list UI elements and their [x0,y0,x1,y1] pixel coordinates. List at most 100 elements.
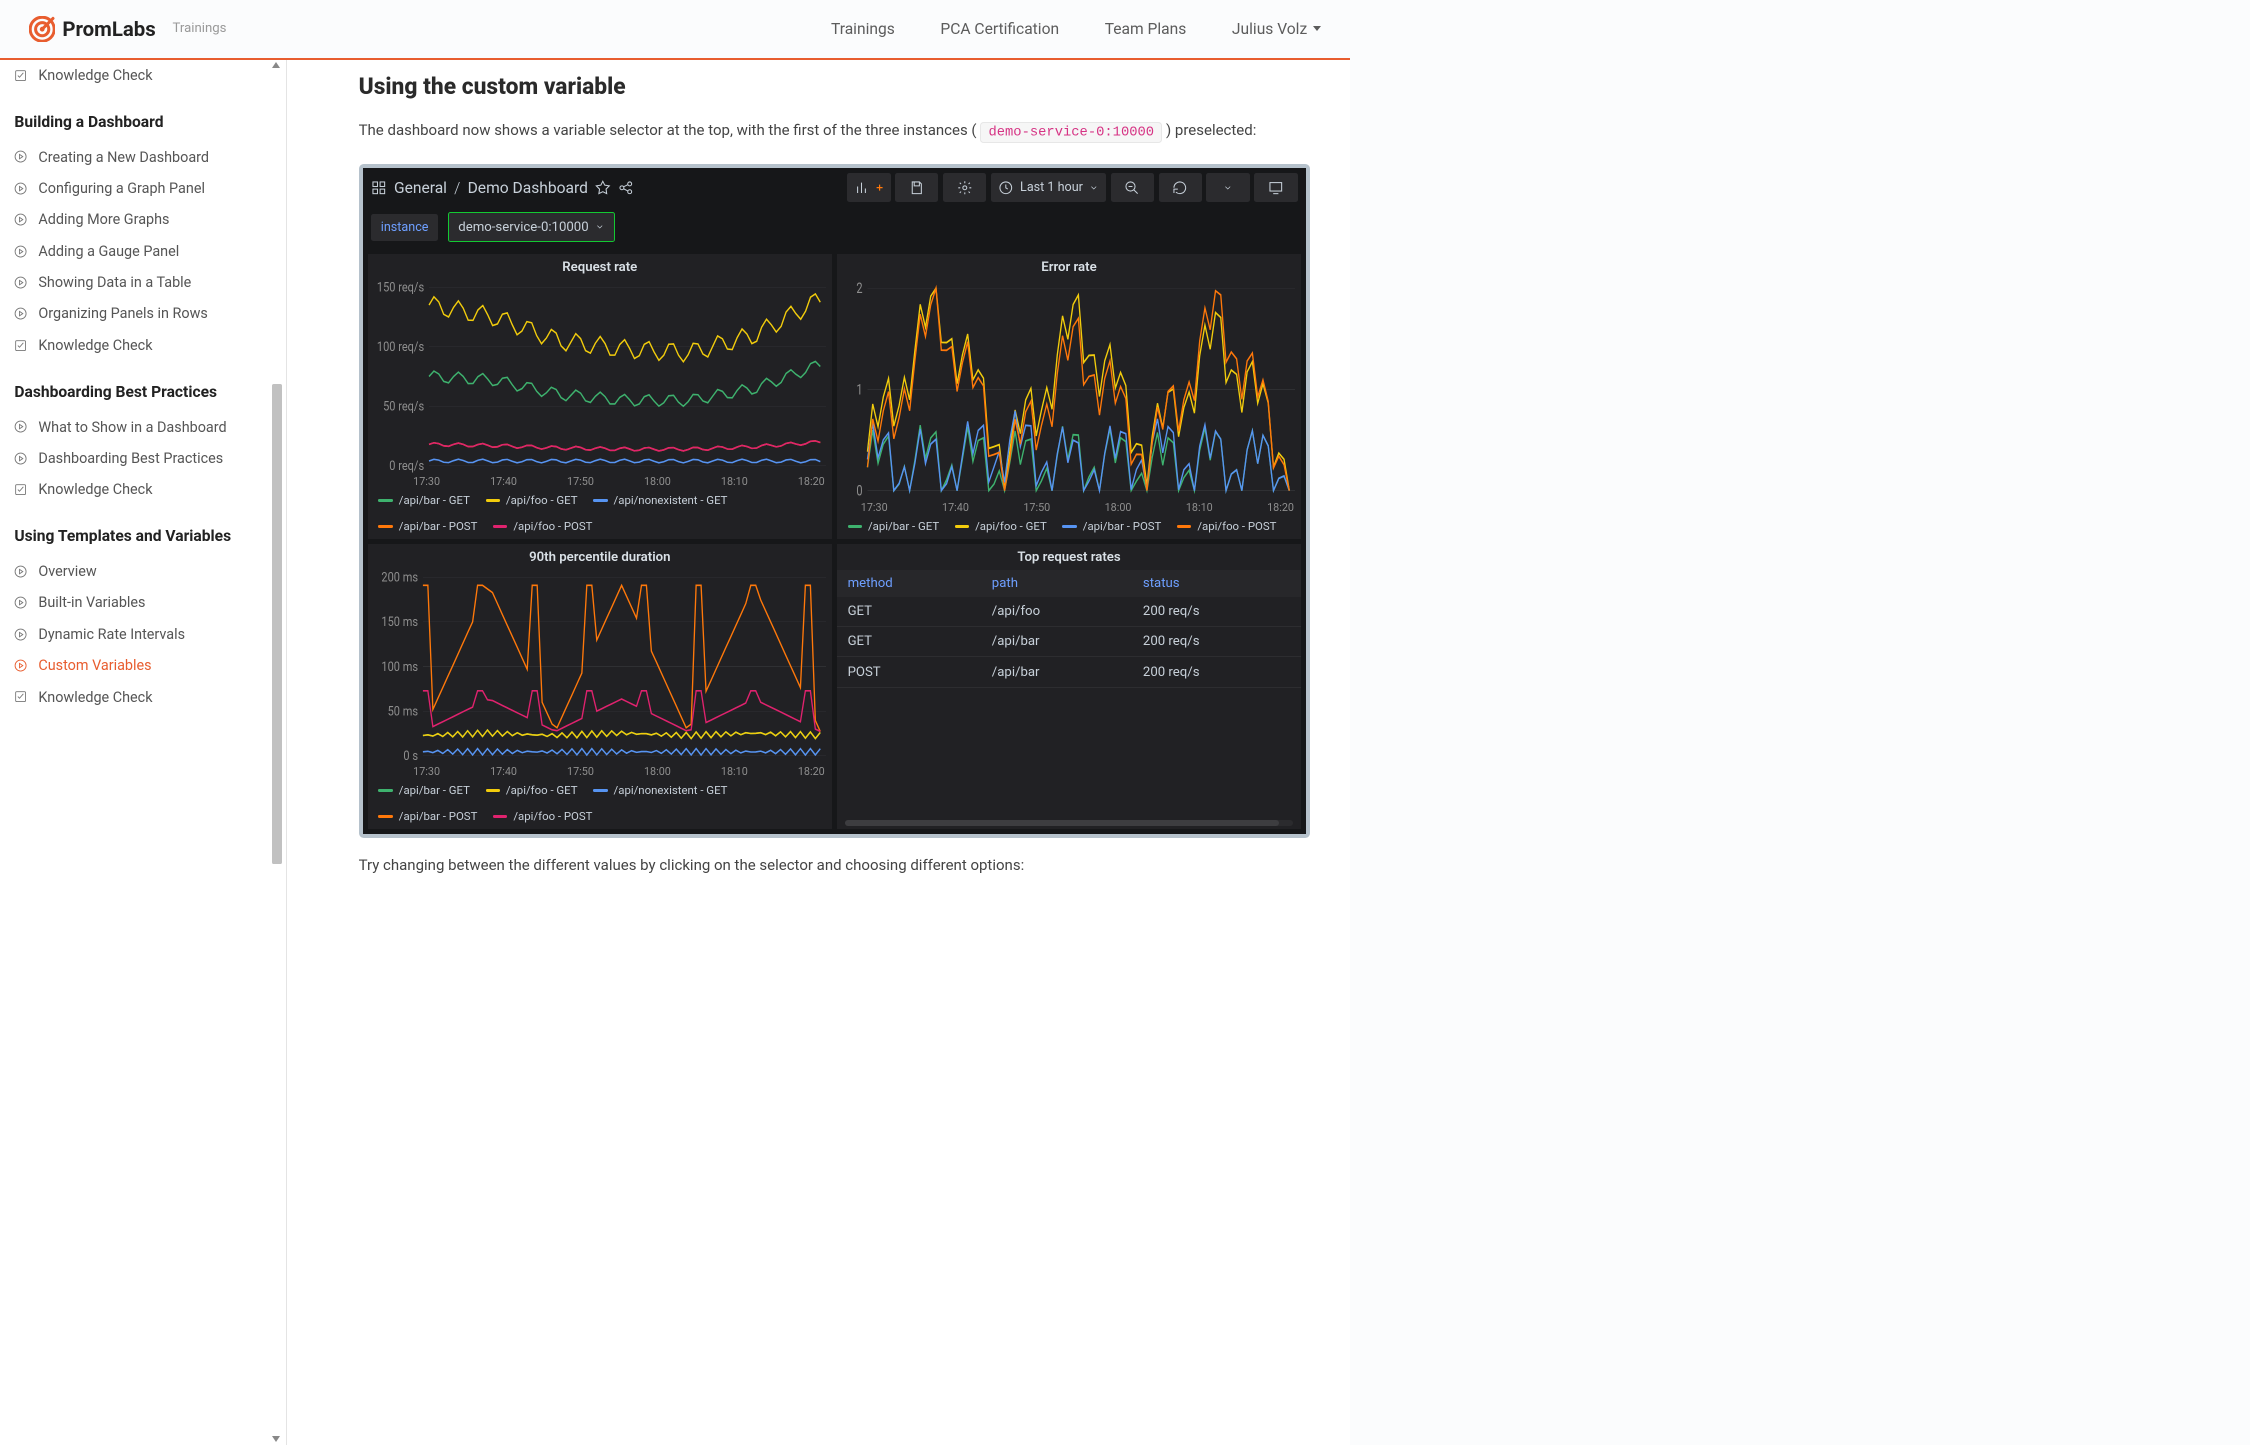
nav-links: Trainings PCA Certification Team Plans J… [831,20,1321,38]
table-hscroll[interactable] [845,820,1293,826]
variable-selector[interactable]: demo-service-0:10000 [448,212,615,242]
panel-request-rate: Request rate 150 req/s100 req/s50 req/s0… [368,254,832,539]
table-header[interactable]: status [1132,570,1301,597]
sidebar-item[interactable]: Overview [14,556,264,587]
legend-item[interactable]: /api/bar - POST [378,519,477,533]
caret-down-icon [1313,26,1321,31]
sidebar-item[interactable]: Knowledge Check [14,330,264,361]
legend-item[interactable]: /api/bar - GET [848,519,940,533]
svg-text:100 req/s: 100 req/s [377,339,424,354]
sidebar-item-label: Showing Data in a Table [38,274,191,291]
legend-item[interactable]: /api/bar - GET [378,783,470,797]
svg-text:150 req/s: 150 req/s [377,280,424,295]
refresh-btn[interactable] [1159,173,1202,202]
sidebar-item[interactable]: Knowledge Check [14,474,264,505]
sidebar-item-label: Knowledge Check [38,67,152,84]
sidebar-item[interactable]: Knowledge Check [14,681,264,712]
top-nav: PromLabs Trainings Trainings PCA Certifi… [0,0,1350,60]
sidebar-item[interactable]: Dashboarding Best Practices [14,443,264,474]
legend-item[interactable]: /api/bar - POST [1062,519,1161,533]
sidebar-item-label: Creating a New Dashboard [38,149,209,166]
swatch-icon [493,525,507,528]
panel-grid: Request rate 150 req/s100 req/s50 req/s0… [363,254,1306,834]
legend-item[interactable]: /api/nonexistent - GET [593,493,727,507]
sidebar-item[interactable]: Dynamic Rate Intervals [14,619,264,650]
error-rate-chart: 210 [843,280,1295,500]
legend-item[interactable]: /api/bar - POST [378,809,477,823]
plus-icon [876,184,883,191]
swatch-icon [486,499,500,502]
swatch-icon [486,789,500,792]
legend-item[interactable]: /api/foo - GET [486,493,578,507]
sidebar-item[interactable]: Configuring a Graph Panel [14,173,264,204]
sidebar-item[interactable]: Organizing Panels in Rows [14,298,264,329]
sidebar-item-label: Organizing Panels in Rows [38,305,207,322]
main-content: Using the custom variable The dashboard … [287,60,1350,1445]
nav-item-trainings[interactable]: Trainings [831,20,895,38]
table-header[interactable]: method [837,570,981,597]
duration-chart: 200 ms150 ms100 ms50 ms0 s [374,570,826,764]
grafana-header: General / Demo Dashboard [363,168,1306,208]
sidebar-item[interactable]: Custom Variables [14,650,264,681]
add-panel-btn[interactable] [847,173,890,202]
dashboard-list-icon[interactable] [371,180,387,196]
swatch-icon [378,815,392,818]
refresh-interval-btn[interactable] [1206,173,1249,202]
swatch-icon [848,525,862,528]
svg-text:50 req/s: 50 req/s [383,398,424,413]
zoom-out-btn[interactable] [1111,173,1154,202]
sidebar-scroll-down[interactable] [272,1436,280,1442]
panel-error-rate: Error rate 210 17:3017:4017:5018:0018:10… [837,254,1301,539]
clock-icon [998,180,1014,196]
legend-item[interactable]: /api/foo - GET [955,519,1047,533]
tv-mode-btn[interactable] [1254,173,1297,202]
table-header[interactable]: path [981,570,1132,597]
breadcrumb-root[interactable]: General [394,179,447,197]
nav-user-name: Julius Volz [1232,20,1307,38]
legend-item[interactable]: /api/foo - POST [493,519,593,533]
sidebar-item-label: Knowledge Check [38,337,152,354]
table-row[interactable]: GET/api/bar200 req/s [837,627,1301,657]
legend-item[interactable]: /api/nonexistent - GET [593,783,727,797]
sidebar-item-label: Dynamic Rate Intervals [38,626,185,643]
breadcrumb-dashboard[interactable]: Demo Dashboard [468,179,588,197]
sidebar-item[interactable]: What to Show in a Dashboard [14,411,264,442]
inline-code: demo-service-0:10000 [980,122,1162,144]
sidebar-item-label: Adding More Graphs [38,211,169,228]
nav-item-pca[interactable]: PCA Certification [940,20,1059,38]
swatch-icon [493,815,507,818]
legend-item[interactable]: /api/foo - POST [1177,519,1277,533]
table-row[interactable]: POST/api/bar200 req/s [837,657,1301,687]
swatch-icon [378,789,392,792]
legend-item[interactable]: /api/foo - GET [486,783,578,797]
legend-item[interactable]: /api/foo - POST [493,809,593,823]
legend-item[interactable]: /api/bar - GET [378,493,470,507]
chevron-down-icon [1223,180,1233,196]
sidebar-section-title: Using Templates and Variables [14,527,264,545]
sidebar-item[interactable]: Adding a Gauge Panel [14,235,264,266]
sidebar-item[interactable]: Built-in Variables [14,587,264,618]
table-row[interactable]: GET/api/foo200 req/s [837,597,1301,627]
sidebar-item[interactable]: Knowledge Check [14,60,264,91]
sidebar-scroll-up[interactable] [272,62,280,68]
sidebar-item[interactable]: Showing Data in a Table [14,267,264,298]
sidebar-item-label: Configuring a Graph Panel [38,180,205,197]
star-icon[interactable] [595,180,611,196]
sidebar-item-label: What to Show in a Dashboard [38,419,226,436]
chevron-down-icon [1089,180,1099,196]
sidebar-item[interactable]: Adding More Graphs [14,204,264,235]
nav-item-teamplans[interactable]: Team Plans [1105,20,1187,38]
sidebar-section-title: Building a Dashboard [14,113,264,131]
nav-user-menu[interactable]: Julius Volz [1232,20,1321,38]
time-range-btn[interactable]: Last 1 hour [991,173,1105,202]
save-btn[interactable] [895,173,938,202]
brand-link[interactable]: PromLabs Trainings [29,16,227,42]
sidebar-item[interactable]: Creating a New Dashboard [14,141,264,172]
svg-text:0 s: 0 s [403,748,418,763]
svg-text:150 ms: 150 ms [381,614,418,629]
share-icon[interactable] [618,180,634,196]
sidebar-scroll-thumb[interactable] [272,384,282,864]
settings-btn[interactable] [943,173,986,202]
variable-name-pill: instance [371,214,438,241]
sidebar-item-label: Built-in Variables [38,594,145,611]
